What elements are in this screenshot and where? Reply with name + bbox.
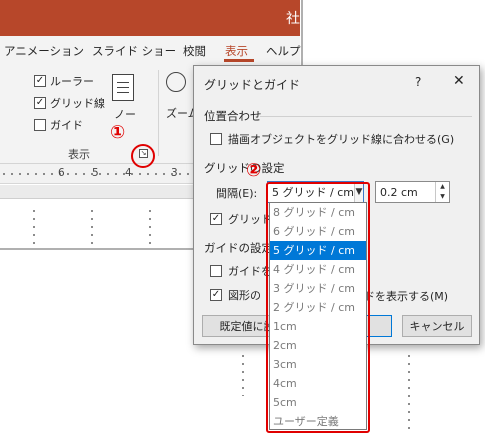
tab-help[interactable]: ヘルプ	[266, 43, 301, 59]
tab-view[interactable]: 表示	[225, 43, 248, 59]
grid-dots	[33, 207, 35, 247]
spacing-cm-spinner[interactable]: 0.2 cm ▲ ▼	[375, 181, 450, 203]
ribbon-tabs: アニメーション スライド ショー 校閲 表示 ヘルプ	[0, 36, 301, 64]
group-divider	[158, 70, 159, 156]
checkbox-checked-icon: ✓	[34, 97, 46, 109]
tab-review[interactable]: 校閲	[183, 43, 206, 59]
grid-dots	[149, 207, 151, 247]
spacing-label: 間隔(E):	[216, 187, 258, 200]
annotation-marker-2: ②	[246, 160, 262, 181]
tab-slideshow[interactable]: スライド ショー	[92, 43, 176, 59]
spin-down-icon[interactable]: ▼	[436, 192, 449, 202]
show-group-label: 表示	[68, 148, 90, 161]
window-title: 社	[286, 11, 300, 27]
checkbox-unchecked-icon	[210, 133, 222, 145]
spacing-cm-value: 0.2 cm	[380, 185, 418, 199]
checkbox-checked-icon: ✓	[210, 213, 222, 225]
section-divider	[260, 116, 472, 117]
grid-dots	[242, 352, 244, 396]
grid-dots	[408, 352, 410, 432]
active-tab-indicator	[224, 59, 254, 62]
checkbox-unchecked-icon	[210, 265, 222, 277]
snap-section-label: 位置合わせ	[204, 109, 262, 123]
checkbox-unchecked-icon	[34, 119, 46, 131]
smart-guides-label-right: ドを表示する(M)	[364, 290, 449, 303]
tab-animations[interactable]: アニメーション	[4, 43, 84, 59]
annotation-highlight-box	[266, 182, 370, 433]
guide-section-label: ガイドの設定	[204, 241, 273, 255]
grid-dots	[91, 207, 93, 247]
grid-section-label: グリッドの設定	[204, 161, 285, 175]
show-guides-checkbox[interactable]: ガイドを	[210, 263, 272, 279]
ruler-checkbox-label: ルーラー	[50, 75, 94, 88]
smart-guides-checkbox[interactable]: ✓ 図形の	[210, 287, 261, 303]
snap-to-grid-label: 描画オブジェクトをグリッド線に合わせる(G)	[228, 133, 455, 146]
ruler-checkbox[interactable]: ✓ ルーラー	[34, 73, 94, 89]
gridlines-checkbox[interactable]: ✓ グリッド線	[34, 95, 105, 111]
gridlines-checkbox-label: グリッド線	[50, 97, 105, 110]
checkbox-checked-icon: ✓	[210, 289, 222, 301]
guides-checkbox-label: ガイド	[50, 119, 83, 132]
notes-button-label[interactable]: ノー	[114, 106, 136, 122]
annotation-marker-1: ①	[110, 122, 126, 143]
help-button[interactable]: ?	[415, 75, 421, 89]
ruler-number: 5	[92, 167, 99, 179]
snap-to-grid-checkbox[interactable]: 描画オブジェクトをグリッド線に合わせる(G)	[210, 131, 454, 147]
spin-up-icon[interactable]: ▲	[436, 182, 449, 192]
close-icon[interactable]: ✕	[453, 73, 465, 89]
zoom-icon[interactable]	[166, 72, 186, 92]
ruler-number: 3	[171, 167, 178, 179]
dialog-title: グリッドとガイド	[204, 78, 301, 92]
spinner-buttons[interactable]: ▲ ▼	[435, 182, 449, 202]
ruler-number: 6	[58, 167, 65, 179]
checkbox-checked-icon: ✓	[34, 75, 46, 87]
title-bar: 社	[0, 0, 300, 36]
cancel-button[interactable]: キャンセル	[402, 315, 472, 337]
smart-guides-label-left: 図形の	[228, 289, 261, 302]
ruler-number: 4	[125, 167, 132, 179]
annotation-circle	[131, 144, 155, 168]
notes-icon[interactable]	[112, 74, 134, 101]
guides-checkbox[interactable]: ガイド	[34, 117, 83, 133]
